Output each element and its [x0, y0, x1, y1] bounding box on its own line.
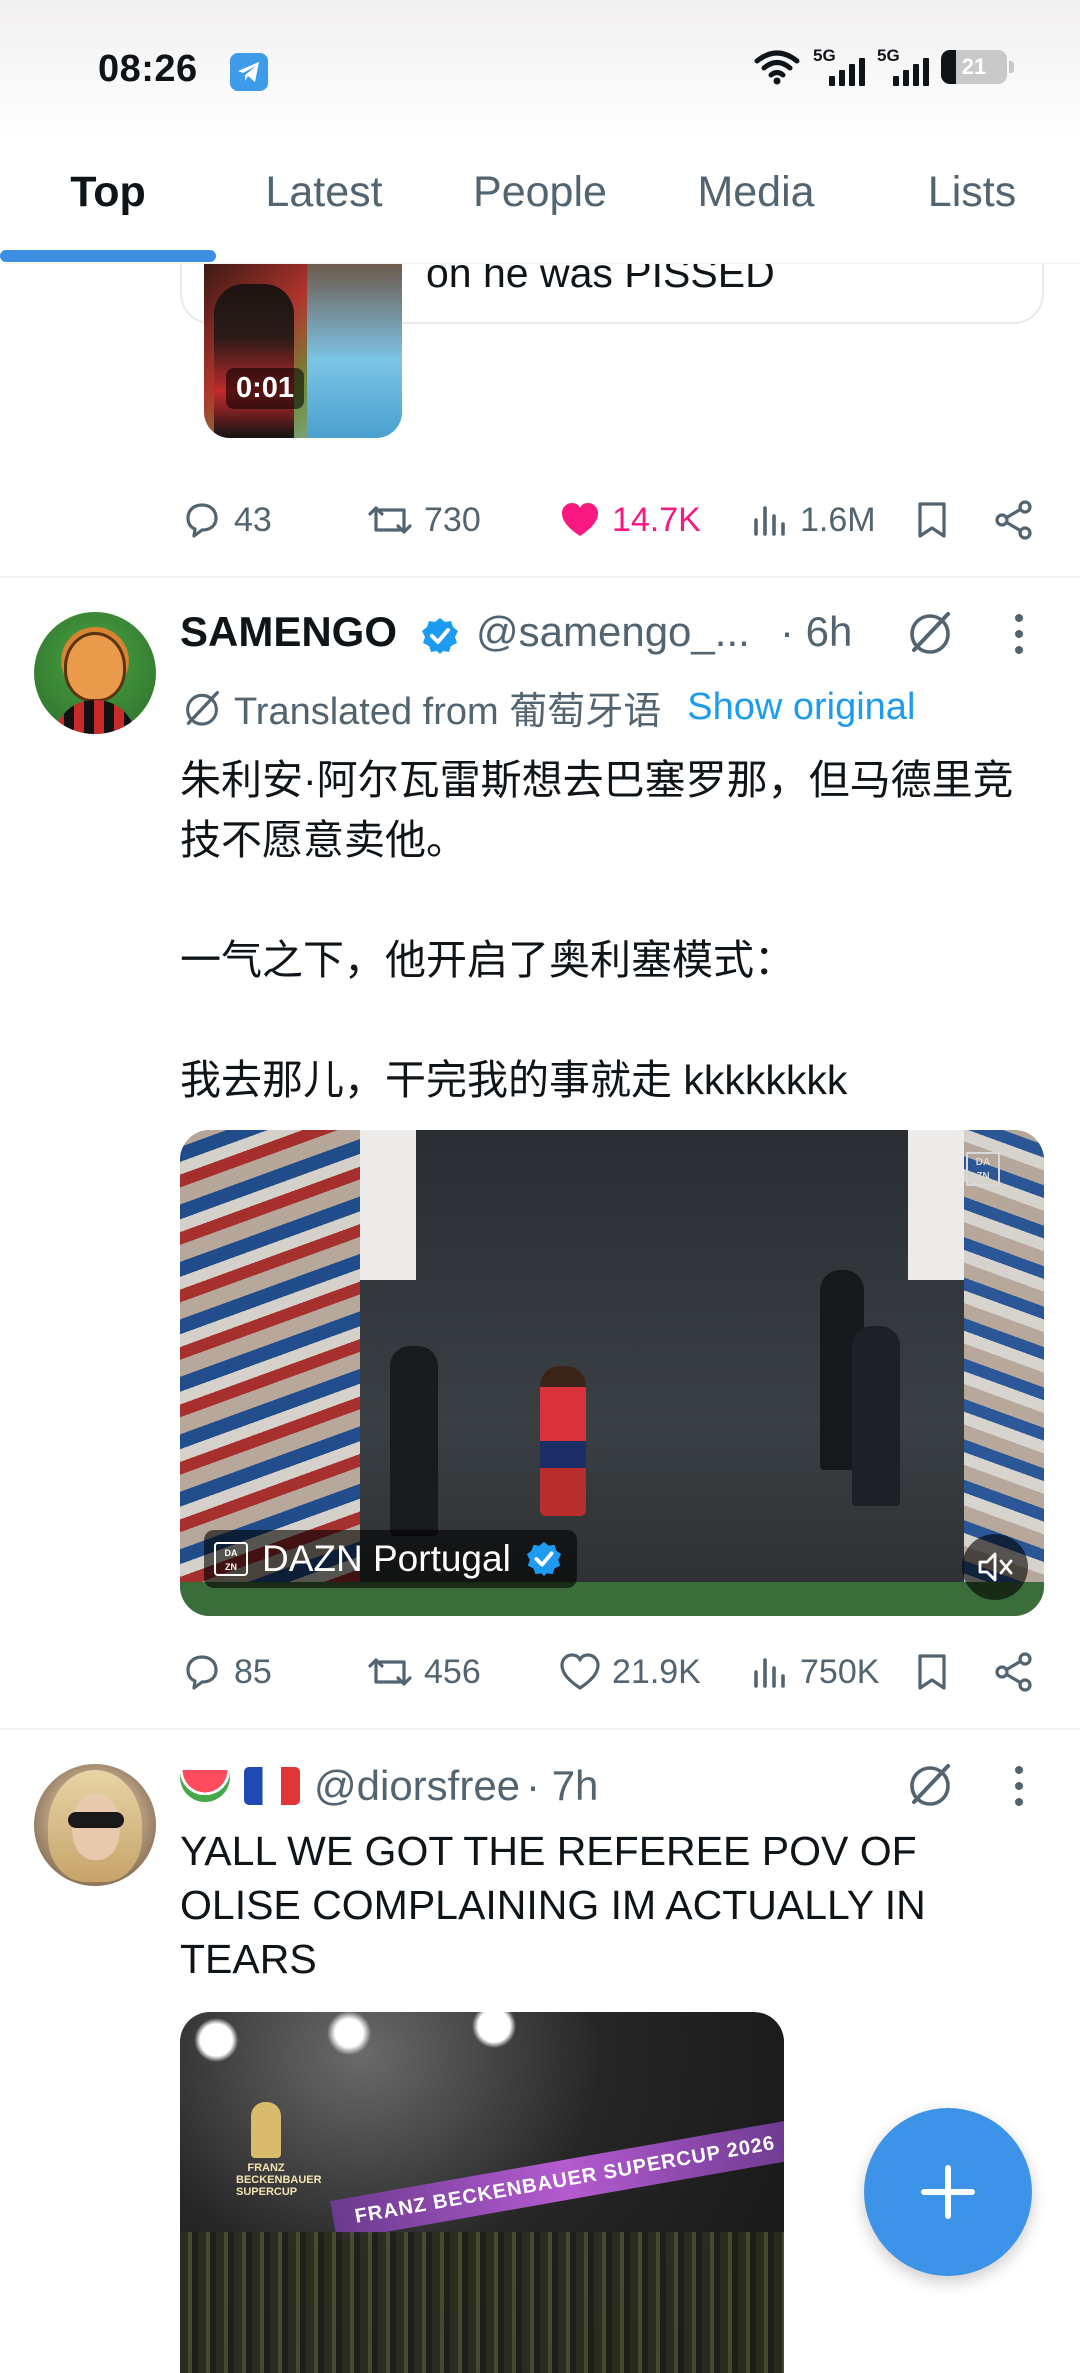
tweet-text-paragraph-2: 一气之下，他开启了奥利塞模式： [180, 937, 795, 983]
share-icon [995, 500, 1032, 540]
verified-badge-icon [422, 618, 458, 654]
bookmark-button[interactable] [912, 490, 952, 550]
tweet-actions: 43 730 14.7K 1.6M [180, 490, 1040, 550]
media-source-label[interactable]: DA ZN DAZN Portugal [204, 1530, 577, 1588]
translate-icon [186, 690, 219, 726]
views-count: 750K [800, 1652, 880, 1691]
search-tabs: Top Latest People Media Lists [0, 140, 1080, 264]
bookmark-icon [918, 502, 946, 538]
reply-count: 43 [234, 500, 272, 539]
tweet-video[interactable]: DA ZN DA ZN DAZN Portugal [180, 1130, 1044, 1616]
plus-icon [921, 2165, 975, 2219]
verified-badge-icon [526, 1541, 561, 1577]
reply-count: 85 [234, 1652, 272, 1691]
tweet-actions: 85 456 21.9K 750K [180, 1642, 1040, 1702]
share-button[interactable] [992, 490, 1036, 550]
search-results-feed[interactable]: 0:01 on he was PISSED 43 730 14.7K 1.6M [0, 264, 1080, 2373]
signal-icon-1: 5G [813, 46, 865, 88]
dazn-logo-icon: DA ZN [214, 1542, 248, 1576]
reply-button[interactable]: 43 [180, 490, 272, 550]
like-button[interactable]: 21.9K [558, 1642, 701, 1702]
tab-lists[interactable]: Lists [864, 140, 1080, 264]
supercup-logo: FRANZ BECKENBAUER SUPERCUP [236, 2102, 322, 2212]
views-icon [754, 506, 785, 536]
author-info[interactable]: @diorsfree · 7h [180, 1762, 598, 1810]
battery-level: 21 [961, 54, 987, 79]
like-count: 21.9K [612, 1652, 701, 1691]
tweet-time[interactable]: · 7h [526, 1762, 598, 1810]
compose-post-button[interactable] [864, 2108, 1032, 2276]
more-options-icon[interactable] [1012, 1766, 1026, 1810]
repost-button[interactable]: 730 [366, 490, 481, 550]
active-tab-indicator [0, 250, 216, 262]
views-icon [754, 1658, 785, 1688]
mute-button[interactable] [962, 1534, 1028, 1600]
reply-icon [186, 503, 218, 538]
share-button[interactable] [992, 1642, 1036, 1702]
views-count: 1.6M [800, 500, 876, 539]
grok-icon[interactable] [904, 1758, 956, 1810]
show-original-link[interactable]: Show original [687, 686, 915, 729]
author-handle[interactable]: @samengo_... [476, 608, 750, 656]
tab-media[interactable]: Media [648, 140, 864, 264]
bookmark-button[interactable] [912, 1642, 952, 1702]
heart-icon [560, 1653, 600, 1690]
tab-top[interactable]: Top [0, 140, 216, 264]
grok-icon[interactable] [904, 606, 956, 658]
repost-icon [368, 1658, 412, 1686]
share-icon [995, 1652, 1032, 1692]
repost-count: 730 [424, 500, 481, 539]
heart-filled-icon [562, 503, 598, 536]
wifi-icon [754, 50, 800, 85]
author-name[interactable]: SAMENGO [180, 608, 397, 656]
status-bar: 08:26 5G 5G 21 [0, 0, 1080, 140]
stadium-banner: FRANZ BECKENBAUER SUPERCUP 2026 [330, 2119, 784, 2241]
battery-icon: 21 [941, 50, 1007, 84]
views-button[interactable]: 1.6M [750, 490, 876, 550]
tweet-text-paragraph-1: 朱利安·阿尔瓦雷斯想去巴塞罗那，但马德里竞技不愿意卖他。 [180, 757, 1014, 863]
status-time: 08:26 [98, 48, 198, 90]
tweet-time[interactable]: · 6h [780, 608, 852, 656]
translated-from-label: Translated from 葡萄牙语 [234, 691, 662, 733]
france-flag-icon [244, 1767, 300, 1805]
reply-icon [186, 1655, 218, 1690]
avatar[interactable] [34, 1764, 156, 1886]
speaker-muted-icon [978, 1552, 1013, 1582]
video-thumbnail[interactable] [204, 264, 402, 438]
repost-icon [368, 506, 412, 534]
tab-latest[interactable]: Latest [216, 140, 432, 264]
video-duration: 0:01 [226, 368, 305, 409]
dazn-watermark-icon: DA ZN [966, 1152, 1000, 1186]
divider [0, 1728, 1080, 1730]
tweet-text: YALL WE GOT THE REFEREE POV OF OLISE COM… [180, 1828, 937, 1982]
signal-icon-2: 5G [877, 46, 929, 88]
repost-button[interactable]: 456 [366, 1642, 481, 1702]
repost-count: 456 [424, 1652, 481, 1691]
like-button[interactable]: 14.7K [558, 490, 701, 550]
tab-people[interactable]: People [432, 140, 648, 264]
author-handle[interactable]: @diorsfree [314, 1762, 520, 1810]
media-source-name: DAZN Portugal [262, 1538, 511, 1579]
translation-notice: Translated from 葡萄牙语 Show original [180, 680, 915, 735]
bookmark-icon [918, 1654, 946, 1690]
views-button[interactable]: 750K [750, 1642, 879, 1702]
watermelon-emoji-icon [180, 1770, 230, 1802]
tweet-video[interactable]: FRANZ BECKENBAUER SUPERCUP FRANZ BECKENB… [180, 2012, 784, 2373]
divider [0, 576, 1080, 578]
quoted-tweet-text: on he was PISSED [426, 264, 775, 296]
status-icons: 5G 5G 21 [753, 46, 1014, 88]
telegram-notification-icon [230, 53, 268, 91]
like-count: 14.7K [612, 500, 701, 539]
tweet-text-paragraph-3: 我去那儿，干完我的事就走 kkkkkkkk [180, 1057, 848, 1103]
avatar[interactable] [34, 612, 156, 734]
reply-button[interactable]: 85 [180, 1642, 272, 1702]
more-options-icon[interactable] [1012, 614, 1026, 658]
